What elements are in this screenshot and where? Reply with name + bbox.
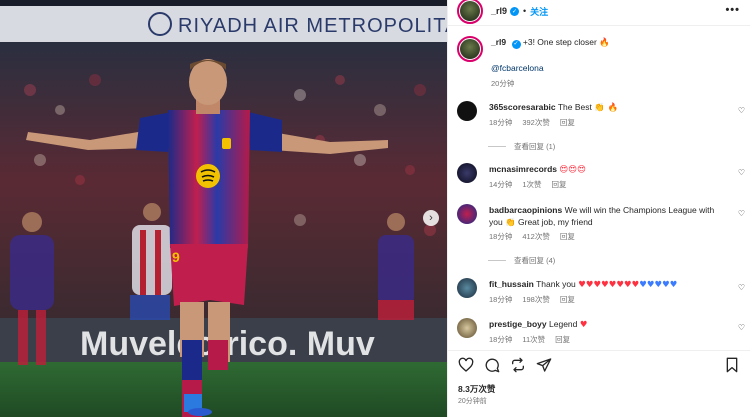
comment-like-heart-icon[interactable]: ♡ bbox=[738, 106, 745, 115]
separator-dot: • bbox=[523, 6, 527, 16]
post-panel: _rl9 ✓ • 关注 ••• _rl9 ✓ +3! One step clos… bbox=[447, 0, 750, 417]
mention-link[interactable]: @fcbarcelona bbox=[491, 62, 610, 74]
repost-icon[interactable] bbox=[510, 357, 526, 373]
next-media-button[interactable]: › bbox=[423, 210, 439, 226]
stadium-banner: RIYADH AIR METROPOLITANO bbox=[178, 15, 447, 37]
comment-icon[interactable] bbox=[484, 357, 500, 373]
header-divider bbox=[448, 25, 750, 26]
caption-avatar[interactable] bbox=[460, 39, 480, 59]
comment-like-heart-icon[interactable]: ♡ bbox=[738, 283, 745, 292]
commenter-username[interactable]: badbarcaopinions bbox=[489, 205, 562, 215]
bookmark-icon[interactable] bbox=[724, 357, 740, 373]
commenter-username[interactable]: 365scoresarabic bbox=[489, 102, 556, 112]
comment-time: 18分钟 bbox=[489, 295, 513, 304]
commenter-avatar[interactable] bbox=[457, 163, 477, 183]
more-options-icon[interactable]: ••• bbox=[725, 4, 740, 16]
comment-emoji: ♥♥♥♥♥♥♥♥ bbox=[578, 280, 640, 290]
likes-count[interactable]: 8.3万次赞 bbox=[458, 383, 495, 395]
reply-button[interactable]: 回复 bbox=[552, 179, 567, 190]
post-caption: _rl9 ✓ +3! One step closer 🔥 @fcbarcelon… bbox=[457, 36, 747, 90]
replies-line bbox=[488, 260, 506, 261]
caption-text: +3! One step closer bbox=[522, 37, 597, 47]
comment-text: The Best bbox=[557, 102, 592, 112]
action-bar bbox=[458, 357, 552, 373]
shirt-number: 9 bbox=[172, 249, 180, 265]
send-icon[interactable] bbox=[536, 357, 552, 373]
commenter-avatar[interactable] bbox=[457, 278, 477, 298]
verified-icon: ✓ bbox=[510, 6, 520, 16]
fire-emoji: 🔥 bbox=[599, 38, 610, 48]
comment-emoji: ♥ bbox=[579, 320, 588, 330]
caption-username[interactable]: _rl9 bbox=[491, 37, 506, 47]
replies-line bbox=[488, 146, 506, 147]
actions-divider bbox=[448, 350, 750, 351]
comment-emoji: 😍😍😍 bbox=[559, 165, 587, 175]
verified-icon: ✓ bbox=[511, 39, 521, 49]
reply-button[interactable]: 回复 bbox=[555, 334, 570, 345]
comment-item: prestige_boyy Legend ♥ 18分钟 11次赞 回复 ♡ bbox=[457, 318, 749, 345]
author-avatar[interactable] bbox=[460, 1, 480, 21]
comment-like-heart-icon[interactable]: ♡ bbox=[738, 323, 745, 332]
reply-button[interactable]: 回复 bbox=[560, 294, 575, 305]
posted-time: 20分钟前 bbox=[458, 398, 487, 405]
commenter-avatar[interactable] bbox=[457, 204, 477, 224]
comment-likes[interactable]: 412次赞 bbox=[522, 231, 550, 242]
comment-item: fit_hussain Thank you ♥♥♥♥♥♥♥♥♥♥♥♥♥ 18分钟… bbox=[457, 278, 749, 305]
comment-emoji: 👏 🔥 bbox=[594, 103, 619, 113]
commenter-avatar[interactable] bbox=[457, 318, 477, 338]
comment-likes[interactable]: 392次赞 bbox=[522, 117, 550, 128]
caption-avatar-ring[interactable] bbox=[457, 36, 483, 62]
comment-likes[interactable]: 1次赞 bbox=[522, 179, 541, 190]
comment-like-heart-icon[interactable]: ♡ bbox=[738, 168, 745, 177]
comment-time: 18分钟 bbox=[489, 232, 513, 241]
post-header: _rl9 ✓ • 关注 bbox=[448, 0, 750, 24]
comment-likes[interactable]: 198次赞 bbox=[522, 294, 550, 305]
author-username[interactable]: _rl9 bbox=[491, 6, 507, 16]
post-media[interactable]: RIYADH AIR METROPOLITANO Muvelectrico. M… bbox=[0, 0, 447, 417]
post-photo: RIYADH AIR METROPOLITANO Muvelectrico. M… bbox=[0, 0, 447, 417]
view-replies-label[interactable]: 查看回复 (1) bbox=[514, 141, 555, 152]
view-replies[interactable]: 查看回复 (1) bbox=[488, 141, 555, 152]
commenter-username[interactable]: mcnasimrecords bbox=[489, 164, 557, 174]
commenter-username[interactable]: fit_hussain bbox=[489, 279, 534, 289]
comment-time: 14分钟 bbox=[489, 180, 513, 189]
author-avatar-ring[interactable] bbox=[457, 0, 483, 24]
comment-likes[interactable]: 11次赞 bbox=[522, 334, 545, 345]
comment-like-heart-icon[interactable]: ♡ bbox=[738, 209, 745, 218]
comment-item: badbarcaopinions We will win the Champio… bbox=[457, 204, 749, 242]
comment-time: 18分钟 bbox=[489, 335, 513, 344]
commenter-avatar[interactable] bbox=[457, 101, 477, 121]
chevron-right-icon: › bbox=[429, 211, 433, 224]
heart-icon[interactable] bbox=[458, 357, 474, 373]
caption-time: 20分钟 bbox=[491, 79, 515, 88]
reply-button[interactable]: 回复 bbox=[560, 117, 575, 128]
comment-item: mcnasimrecords 😍😍😍 14分钟 1次赞 回复 ♡ bbox=[457, 163, 749, 190]
comment-text: Legend bbox=[549, 319, 578, 329]
comment-item: 365scoresarabic The Best 👏 🔥 18分钟 392次赞 … bbox=[457, 101, 749, 128]
follow-button[interactable]: 关注 bbox=[530, 5, 548, 18]
comment-text: Thank you bbox=[536, 279, 576, 289]
view-replies[interactable]: 查看回复 (4) bbox=[488, 255, 555, 266]
comment-emoji-blue: ♥♥♥♥♥ bbox=[639, 280, 678, 290]
commenter-username[interactable]: prestige_boyy bbox=[489, 319, 547, 329]
view-replies-label[interactable]: 查看回复 (4) bbox=[514, 255, 555, 266]
comment-time: 18分钟 bbox=[489, 118, 513, 127]
caption-body: _rl9 ✓ +3! One step closer 🔥 @fcbarcelon… bbox=[491, 36, 610, 90]
reply-button[interactable]: 回复 bbox=[560, 231, 575, 242]
